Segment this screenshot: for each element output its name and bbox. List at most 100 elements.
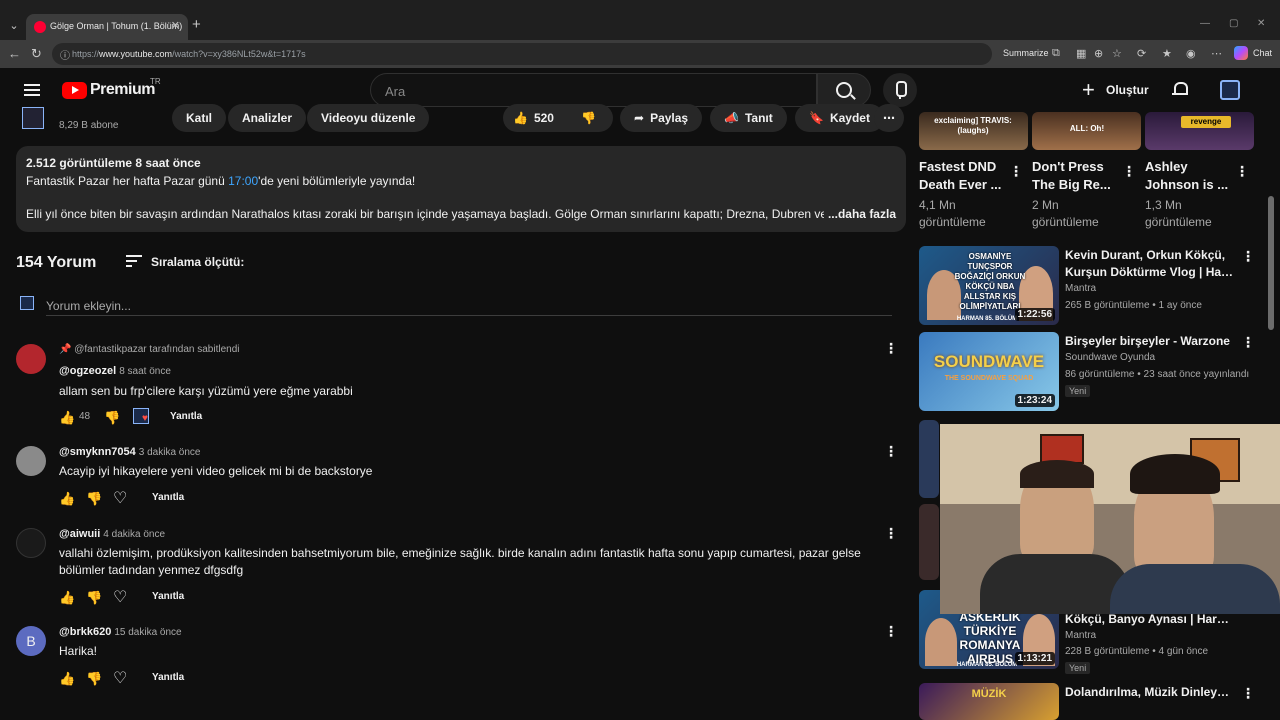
reply-button[interactable]: Yanıtla (152, 591, 184, 602)
sidebar-scrollbar[interactable] (1268, 196, 1274, 330)
more-actions-icon[interactable]: ⋯ (874, 104, 904, 132)
close-window-icon[interactable]: ✕ (1257, 18, 1265, 29)
back-icon[interactable]: ← (8, 46, 21, 61)
address-bar[interactable]: ⓘ https://www.youtube.com/watch?v=xy386N… (52, 43, 992, 65)
notifications-icon[interactable] (1171, 80, 1189, 98)
more-menu-icon[interactable]: ⋯ (1211, 47, 1222, 60)
video-menu-icon[interactable]: ⋮ (1241, 685, 1255, 702)
comment-avatar[interactable] (16, 344, 46, 374)
thumbs-up-icon[interactable]: 👍 (59, 590, 75, 606)
video-thumbnail[interactable] (919, 504, 939, 580)
edit-video-button[interactable]: Videoyu düzenle (307, 104, 430, 132)
dislike-button[interactable]: 👎 (573, 104, 604, 132)
video-channel[interactable]: Soundwave Oyunda (1065, 349, 1155, 366)
reply-button[interactable]: Yanıtla (170, 411, 202, 422)
site-info-icon[interactable]: ⓘ (60, 47, 70, 62)
video-thumbnail[interactable]: MÜZİK (919, 683, 1059, 720)
comment-avatar[interactable] (16, 528, 46, 558)
menu-icon[interactable] (24, 84, 40, 96)
short-title[interactable]: Fastest DND Death Ever ... (919, 158, 1009, 194)
reply-button[interactable]: Yanıtla (152, 492, 184, 503)
comment-menu-icon[interactable]: ⋮ (884, 525, 898, 542)
summarize-button[interactable]: Summarize (1003, 48, 1049, 58)
thumbs-up-icon[interactable]: 👍 (59, 671, 75, 687)
video-menu-icon[interactable]: ⋮ (1241, 334, 1255, 351)
account-avatar[interactable] (1220, 80, 1240, 100)
channel-avatar[interactable] (22, 107, 44, 129)
thumbs-up-icon[interactable]: 👍 (59, 491, 75, 507)
reader-icon[interactable]: ▦ (1076, 47, 1086, 60)
save-button[interactable]: 🔖 Kaydet (795, 104, 884, 132)
microphone-icon[interactable] (883, 73, 917, 107)
thumbs-up-icon[interactable]: 👍 (59, 410, 75, 426)
short-thumbnail[interactable]: ALL: Oh! (1032, 112, 1141, 150)
extensions-icon[interactable]: ⟳ (1137, 47, 1146, 60)
video-thumbnail[interactable] (919, 420, 939, 498)
video-title[interactable]: Kevin Durant, Orkun Kökçü, (1065, 247, 1235, 263)
profile-icon[interactable]: ◉ (1186, 47, 1196, 60)
sort-button[interactable]: Sıralama ölçütü: (151, 255, 244, 269)
comment-avatar[interactable] (16, 446, 46, 476)
short-menu-icon[interactable]: ⋮ (1235, 163, 1249, 180)
new-tab-icon[interactable]: + (192, 16, 201, 33)
heart-icon[interactable]: ♡ (113, 488, 127, 508)
comment-author[interactable]: @brkk620 15 dakika önce (59, 626, 182, 638)
reply-button[interactable]: Yanıtla (152, 672, 184, 683)
promote-button[interactable]: 📣 Tanıt (710, 104, 787, 132)
thumbs-down-icon[interactable]: 👎 (86, 491, 102, 507)
maximize-icon[interactable]: ▢ (1229, 18, 1238, 29)
video-channel[interactable]: Mantra (1065, 280, 1096, 297)
show-more-button[interactable]: ...daha fazla (823, 207, 896, 221)
video-description[interactable]: 2.512 görüntüleme 8 saat önce Fantastik … (16, 146, 906, 232)
comment-menu-icon[interactable]: ⋮ (884, 340, 898, 357)
short-menu-icon[interactable]: ⋮ (1009, 163, 1023, 180)
comment-author[interactable]: @smyknn7054 3 dakika önce (59, 446, 201, 458)
plus-icon: + (1082, 77, 1095, 102)
comment-author[interactable]: @ogzeozel 8 saat önce (59, 365, 171, 377)
short-thumbnail[interactable]: exclaiming] TRAVIS: (laughs) (919, 112, 1028, 150)
short-title[interactable]: Ashley Johnson is ... (1145, 158, 1235, 194)
tab-close-icon[interactable]: ✕ (171, 19, 180, 32)
heart-icon[interactable]: ♡ (113, 668, 127, 688)
heart-icon[interactable]: ♡ (113, 587, 127, 607)
browser-tab[interactable]: Gölge Orman | Tohum (1. Bölüm) ✕ (26, 14, 188, 40)
picture-in-picture-video[interactable] (940, 424, 1280, 614)
short-thumbnail[interactable]: revenge (1145, 112, 1254, 150)
favorites-icon[interactable]: ★ (1162, 47, 1172, 60)
thumbs-down-icon[interactable]: 👎 (104, 410, 120, 426)
sort-icon[interactable] (126, 255, 142, 267)
comment-author[interactable]: @aiwuii 4 dakika önce (59, 528, 165, 540)
join-button[interactable]: Katıl (172, 104, 227, 132)
add-comment-input[interactable] (46, 296, 892, 316)
summarize-icon[interactable]: ⧉ (1052, 47, 1060, 60)
minimize-icon[interactable]: — (1200, 18, 1210, 29)
zoom-icon[interactable]: ⊕ (1094, 47, 1103, 60)
comment-menu-icon[interactable]: ⋮ (884, 623, 898, 640)
comment-menu-icon[interactable]: ⋮ (884, 443, 898, 460)
timestamp-link[interactable]: 17:00 (228, 174, 258, 188)
short-title[interactable]: Don't Press The Big Re... (1032, 158, 1122, 194)
video-title-line2[interactable]: Kurşun Döktürme Vlog | Harm... (1065, 264, 1235, 280)
short-menu-icon[interactable]: ⋮ (1122, 163, 1136, 180)
chat-button[interactable]: Chat (1253, 48, 1272, 58)
reload-icon[interactable]: ↻ (31, 46, 42, 62)
thumbs-down-icon[interactable]: 👎 (86, 590, 102, 606)
comment-avatar[interactable]: B (16, 626, 46, 656)
analytics-button[interactable]: Analizler (228, 104, 307, 132)
youtube-logo-icon[interactable] (62, 82, 87, 99)
video-thumbnail[interactable]: SOUNDWAVE THE SOUNDWAVE SQUAD 1:23:24 (919, 332, 1059, 411)
video-channel[interactable]: Mantra (1065, 627, 1096, 644)
favorite-star-icon[interactable]: ☆ (1112, 47, 1122, 60)
video-thumbnail[interactable]: OSMANİYE TUNÇSPOR BOĞAZİÇİ ORKUN KÖKÇÜ N… (919, 246, 1059, 325)
pinned-label: 📌 @fantastikpazar tarafından sabitlendi (59, 344, 240, 355)
tab-list-chevron-icon[interactable]: ⌄ (6, 18, 22, 34)
brand-label[interactable]: Premium (90, 81, 155, 99)
video-title[interactable]: Birşeyler birşeyler - Warzone (1065, 333, 1235, 349)
search-input[interactable] (385, 82, 785, 100)
search-icon[interactable] (817, 73, 871, 107)
share-button[interactable]: ➦ Paylaş (620, 104, 703, 132)
video-menu-icon[interactable]: ⋮ (1241, 248, 1255, 265)
video-title[interactable]: Dolandırılma, Müzik Dinleyenler (1065, 684, 1235, 700)
thumbs-down-icon[interactable]: 👎 (86, 671, 102, 687)
copilot-icon[interactable] (1234, 46, 1248, 60)
